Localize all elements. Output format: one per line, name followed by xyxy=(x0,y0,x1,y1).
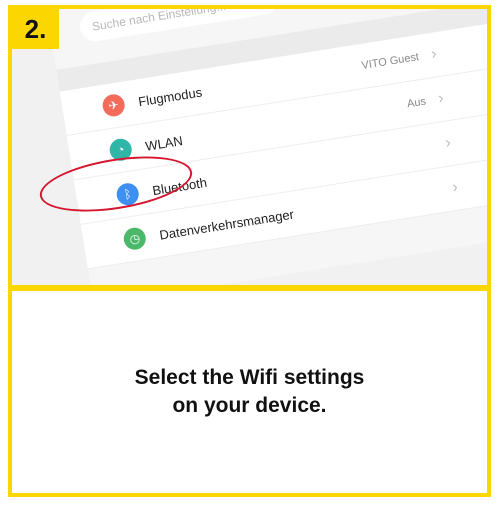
phone-screenshot: Suche nach Einstellung... ✈ Flugmodus VI… xyxy=(12,9,487,285)
settings-item-label: WLAN xyxy=(144,132,184,154)
settings-item-label: Flugmodus xyxy=(137,83,204,109)
step-number: 2. xyxy=(24,13,47,44)
instruction-caption: Select the Wifi settings on your device. xyxy=(12,291,487,493)
chevron-right-icon: › xyxy=(436,89,445,108)
airplane-icon: ✈ xyxy=(101,92,127,118)
chevron-right-icon: › xyxy=(451,178,459,197)
chevron-right-icon: › xyxy=(429,45,438,63)
caption-line-2: on your device. xyxy=(172,394,327,417)
data-icon: ◷ xyxy=(122,226,148,252)
instruction-card: 2. Suche nach Einstellung... ✈ Flugmodus… xyxy=(8,5,491,497)
step-badge: 2. xyxy=(12,9,59,49)
caption-line-1: Select the Wifi settings xyxy=(134,366,365,389)
settings-item-label: Datenverkehrsmanager xyxy=(158,206,295,243)
settings-item-value: Aus xyxy=(406,95,427,111)
settings-screen: Suche nach Einstellung... ✈ Flugmodus VI… xyxy=(42,9,487,285)
settings-item-value: VITO Guest xyxy=(360,51,420,72)
chevron-right-icon: › xyxy=(444,134,452,152)
